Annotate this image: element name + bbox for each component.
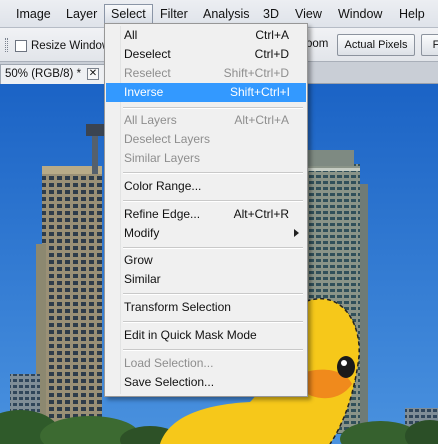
menu-item-label: Edit in Quick Mask Mode [124, 328, 257, 342]
menu-item-shortcut: Ctrl+D [254, 47, 289, 61]
menu-item-inverse[interactable]: Inverse Shift+Ctrl+I [106, 83, 306, 102]
menu-item-shortcut: Alt+Ctrl+A [234, 113, 289, 127]
menu-analysis[interactable]: Analysis [197, 4, 256, 24]
actual-pixels-button[interactable]: Actual Pixels [337, 34, 415, 56]
menu-item-label: Deselect Layers [124, 132, 211, 146]
menu-3d[interactable]: 3D [257, 4, 285, 24]
document-tab-title: 50% (RGB/8) * [5, 68, 82, 80]
menu-item-label: All [124, 28, 138, 42]
menu-help[interactable]: Help [393, 4, 431, 24]
menu-layer[interactable]: Layer [60, 4, 103, 24]
menu-item-shortcut: Alt+Ctrl+R [233, 207, 289, 221]
menu-item-grow[interactable]: Grow [107, 251, 305, 270]
zoom-all-windows-label: oom [306, 38, 329, 50]
menu-item-label: Reselect [124, 66, 171, 80]
menu-item-similar[interactable]: Similar [107, 270, 305, 289]
menu-item-modify[interactable]: Modify [107, 224, 305, 243]
menu-item-all-layers: All Layers Alt+Ctrl+A [107, 111, 305, 130]
toolbar-grip[interactable] [5, 38, 8, 52]
menu-item-all[interactable]: All Ctrl+A [107, 26, 305, 45]
menu-item-color-range[interactable]: Color Range... [107, 177, 305, 196]
menu-separator [123, 172, 303, 174]
menu-item-shortcut: Shift+Ctrl+D [223, 66, 289, 80]
menu-item-label: Grow [124, 253, 153, 267]
menu-item-label: Save Selection... [124, 375, 215, 389]
menu-item-label: Similar [124, 272, 161, 286]
menu-item-similar-layers: Similar Layers [107, 149, 305, 168]
menu-item-shortcut: Shift+Ctrl+I [229, 85, 290, 99]
menu-item-save-selection[interactable]: Save Selection... [107, 373, 305, 392]
menu-filter[interactable]: Filter [154, 4, 194, 24]
menu-item-label: Similar Layers [124, 151, 201, 165]
resize-windows-checkbox[interactable] [15, 40, 27, 52]
menu-item-label: Color Range... [124, 179, 202, 193]
menu-view[interactable]: View [289, 4, 328, 24]
menu-item-refine-edge[interactable]: Refine Edge... Alt+Ctrl+R [107, 205, 305, 224]
menu-image[interactable]: Image [10, 4, 57, 24]
submenu-arrow-icon [294, 229, 299, 237]
menu-item-label: Refine Edge... [124, 207, 201, 221]
menu-window[interactable]: Window [332, 4, 388, 24]
menu-item-quick-mask[interactable]: Edit in Quick Mask Mode [107, 326, 305, 345]
menu-item-load-selection: Load Selection... [107, 354, 305, 373]
menu-separator [123, 247, 303, 249]
menu-item-label: Load Selection... [124, 356, 214, 370]
menu-separator [123, 200, 303, 202]
fit-screen-button[interactable]: F [421, 34, 438, 56]
menu-separator [123, 293, 303, 295]
menu-separator [123, 349, 303, 351]
menu-item-label: Modify [124, 226, 160, 240]
document-tab[interactable]: 50% (RGB/8) * ✕ [0, 64, 106, 84]
menu-item-deselect[interactable]: Deselect Ctrl+D [107, 45, 305, 64]
menu-item-label: Inverse [124, 85, 164, 99]
menu-item-label: Deselect [124, 47, 171, 61]
menu-select[interactable]: Select [104, 4, 153, 24]
menu-item-shortcut: Ctrl+A [255, 28, 289, 42]
menu-item-reselect: Reselect Shift+Ctrl+D [107, 64, 305, 83]
menu-separator [123, 321, 303, 323]
close-icon[interactable]: ✕ [87, 68, 99, 80]
menu-item-transform-selection[interactable]: Transform Selection [107, 298, 305, 317]
select-menu-dropdown: All Ctrl+A Deselect Ctrl+D Reselect Shif… [104, 23, 308, 397]
menu-item-label: Transform Selection [124, 300, 231, 314]
menu-separator [123, 107, 303, 109]
menu-item-label: All Layers [124, 113, 177, 127]
menu-item-deselect-layers: Deselect Layers [107, 130, 305, 149]
